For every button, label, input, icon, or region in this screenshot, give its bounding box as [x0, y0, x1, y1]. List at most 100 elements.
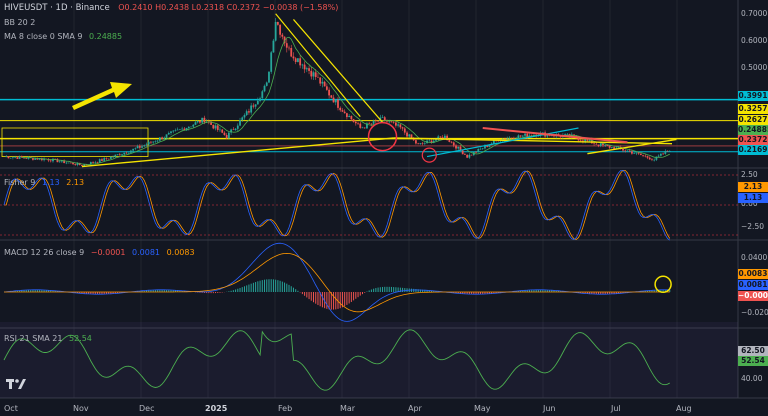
candle-body [639, 153, 642, 156]
time-label: 2025 [205, 404, 228, 413]
channel-line [275, 13, 361, 117]
candle-body [203, 117, 206, 123]
fisher-tag: 1.13 [738, 193, 768, 203]
candle-body [214, 125, 217, 129]
candle-body [399, 124, 402, 128]
candle-body [216, 125, 219, 130]
candle-body [248, 111, 250, 113]
candle-body [192, 124, 195, 127]
price-tag: 0.24885 [738, 125, 768, 135]
fisher-tick: 2.50 [741, 170, 758, 179]
candle-body [584, 139, 587, 142]
candle-body [136, 146, 139, 149]
symbol-title[interactable]: HIVEUSDT · 1D · Binance O0.2410 H0.2438 … [4, 3, 338, 13]
candle-body [628, 150, 631, 152]
candle-body [254, 104, 257, 107]
time-label: Feb [278, 404, 293, 413]
candle-body [241, 117, 244, 120]
candle-body [143, 145, 146, 147]
price-tag: 0.3991 [738, 91, 768, 101]
candle-body [34, 158, 37, 160]
candle-body [448, 140, 451, 142]
time-label: Jun [543, 404, 556, 413]
candle-body [154, 141, 157, 143]
time-label: Aug [676, 404, 692, 413]
candle-body [227, 132, 230, 139]
candle-body [657, 155, 660, 157]
candle-body [276, 21, 279, 25]
candle-body [72, 162, 74, 165]
chart-canvas[interactable] [0, 0, 768, 416]
price-tag: 0.3257 [738, 104, 768, 114]
candle-body [52, 158, 54, 162]
candle-body [150, 141, 152, 143]
bb-legend[interactable]: BB 20 2 [4, 18, 35, 28]
time-label: Oct [4, 404, 18, 413]
candle-body [457, 146, 460, 149]
candle-body [508, 137, 511, 139]
candle-body [339, 107, 342, 111]
candle-body [103, 158, 106, 161]
candle-body [181, 128, 184, 130]
candle-body [624, 150, 627, 152]
candle-body [479, 148, 482, 150]
candle-body [325, 86, 328, 90]
candle-body [292, 56, 295, 59]
candle-body [377, 121, 379, 122]
candle-body [423, 143, 426, 144]
candle-body [114, 154, 117, 157]
candle-body [319, 77, 322, 84]
candle-body [170, 131, 172, 133]
candle-body [330, 95, 333, 98]
candle-body [94, 162, 97, 163]
highlight-circle [367, 121, 398, 152]
rsi-legend[interactable]: RSI 21 SMA 21 52.54 [4, 334, 92, 344]
candle-body [361, 127, 364, 129]
candle-body [421, 143, 424, 144]
candle-body [506, 138, 509, 140]
rsi-band [0, 322, 738, 398]
candle-body [234, 128, 237, 131]
candle-body [417, 143, 420, 145]
candle-body [566, 134, 569, 135]
candle-body [428, 140, 431, 142]
candle-body [666, 150, 669, 152]
candle-body [196, 120, 199, 123]
candle-body [477, 148, 480, 153]
rsi-tag: 52.54 [738, 356, 768, 366]
candle-body [644, 155, 647, 157]
candle-body [521, 135, 524, 137]
price-tag: 0.2169 [738, 145, 768, 155]
candle-body [481, 148, 484, 150]
candle-body [74, 164, 77, 165]
fisher-legend[interactable]: Fisher 9 1.13 2.13 [4, 178, 84, 188]
candle-body [98, 159, 101, 163]
candle-body [290, 48, 293, 57]
candle-body [464, 154, 466, 155]
candle-body [386, 120, 388, 122]
candle-body [341, 110, 344, 112]
candle-body [310, 70, 313, 77]
candle-body [403, 128, 406, 133]
candle-body [604, 144, 607, 146]
candle-body [245, 111, 248, 116]
candle-body [250, 105, 253, 113]
macd-tag: 0.0081 [738, 280, 768, 290]
candle-body [337, 99, 339, 108]
candle-body [470, 154, 473, 156]
candle-body [252, 105, 255, 107]
price-tick: 0.7000 [741, 9, 768, 18]
candle-body [18, 156, 21, 159]
candle-body [288, 47, 290, 49]
chart-window: { "header": { "symbol": "HIVEUSDT · 1D ·… [0, 0, 768, 416]
candle-body [96, 162, 99, 163]
candle-body [138, 146, 141, 148]
macd-legend[interactable]: MACD 12 26 close 9 −0.0001 0.0081 0.0083 [4, 248, 195, 258]
rsi-tag: 62.50 [738, 346, 768, 356]
candle-body [147, 141, 150, 145]
candle-body [16, 157, 19, 159]
candle-body [468, 154, 471, 158]
candle-body [597, 144, 600, 146]
ma-legend[interactable]: MA 8 close 0 SMA 9 0.24885 [4, 32, 122, 42]
price-tick: 0.5000 [741, 63, 768, 72]
